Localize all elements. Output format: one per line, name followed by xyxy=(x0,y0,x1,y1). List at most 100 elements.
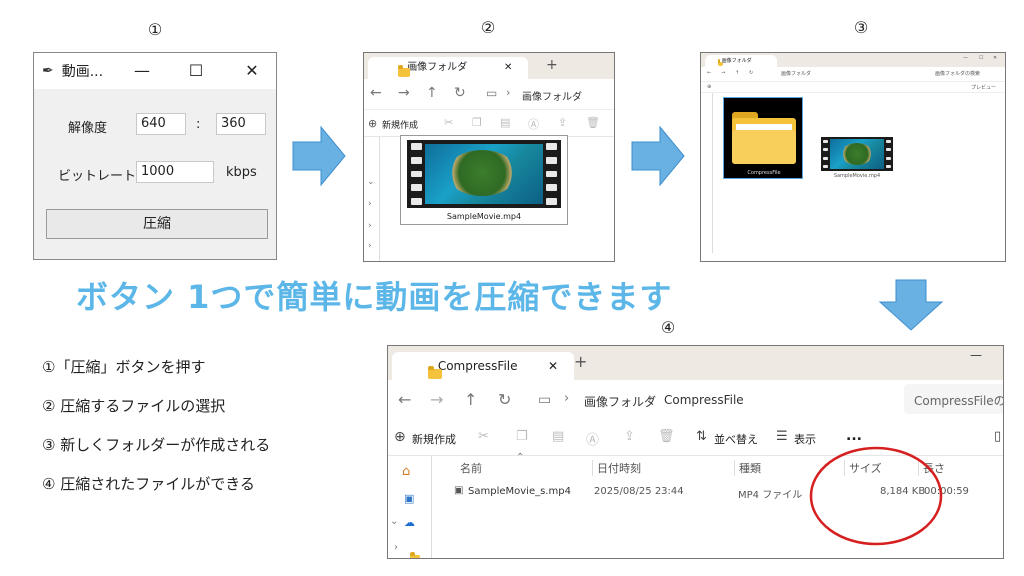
close-icon[interactable]: ✕ xyxy=(993,55,997,61)
minimize-button[interactable]: — xyxy=(970,348,982,362)
steps-list: ①「圧縮」ボタンを押す ② 圧縮するファイルの選択 ③ 新しくフォルダーが作成さ… xyxy=(42,356,270,512)
delete-icon[interactable]: 🗑 xyxy=(658,429,675,444)
tab-image-folder[interactable]: 画像フォルダ ✕ xyxy=(368,57,528,79)
copy-icon[interactable]: ❐ xyxy=(472,116,482,129)
paste-icon[interactable]: ▤ xyxy=(552,429,564,444)
delete-icon[interactable]: 🗑 xyxy=(586,116,600,129)
tab-title: 画像フォルダ xyxy=(407,62,468,73)
sort-icon: ⇅ xyxy=(696,429,707,444)
forward-arrow-icon[interactable]: → xyxy=(398,85,410,101)
rename-icon[interactable]: Ⓐ xyxy=(528,116,539,132)
column-header-type[interactable]: 種類 xyxy=(734,460,761,476)
breadcrumb[interactable]: 画像フォルダ xyxy=(781,70,811,77)
maximize-icon[interactable]: ☐ xyxy=(979,55,983,61)
down-arrow xyxy=(878,279,944,331)
bitrate-input[interactable]: 1000 xyxy=(136,161,214,183)
paste-icon[interactable]: ▤ xyxy=(500,116,510,129)
nav-pane: ⌄ › › › xyxy=(364,137,380,261)
gallery-icon[interactable]: ▣ xyxy=(404,492,414,505)
monitor-icon: ▭ xyxy=(486,86,498,100)
view-list-icon: ☰ xyxy=(776,429,788,444)
tab-close-icon[interactable]: ✕ xyxy=(548,352,558,380)
up-arrow-icon[interactable]: ↑ xyxy=(735,70,739,76)
height-input[interactable]: 360 xyxy=(216,113,266,135)
sort-button[interactable]: 並べ替え xyxy=(714,431,758,447)
plus-circle-icon: ⊕ xyxy=(368,117,378,130)
chevron-right-icon[interactable]: › xyxy=(368,199,372,209)
maximize-button[interactable]: ☐ xyxy=(186,61,206,81)
breadcrumb-current[interactable]: CompressFile xyxy=(664,393,744,407)
back-arrow-icon[interactable]: ← xyxy=(707,70,711,76)
column-header-date[interactable]: 日付時刻 xyxy=(592,460,641,476)
forward-arrow-icon[interactable]: → xyxy=(430,390,443,409)
search-input[interactable]: CompressFileの検索 xyxy=(904,384,1003,414)
refresh-icon[interactable]: ↻ xyxy=(749,70,753,76)
resolution-label: 解像度 xyxy=(68,121,108,136)
large-folder-icon xyxy=(732,112,796,164)
app-title: 動画... xyxy=(61,64,104,80)
tab-bar: 画像フォルダ ✕ + xyxy=(364,53,614,79)
new-button[interactable]: 新規作成 xyxy=(412,431,456,447)
chevron-right-icon: › xyxy=(564,391,570,406)
forward-arrow-icon[interactable]: → xyxy=(721,70,725,76)
up-arrow-icon[interactable]: ↑ xyxy=(464,390,477,409)
nav-pane xyxy=(701,93,713,253)
cut-icon[interactable]: ✂ xyxy=(444,116,453,129)
plus-circle-icon[interactable]: ⊕ xyxy=(707,84,711,90)
width-input[interactable]: 640 xyxy=(136,113,186,135)
explorer-window-step3: 画像フォルダ — ☐ ✕ ← → ↑ ↻ 画像フォルダ 画像フォルダの検索 ⊕ … xyxy=(700,52,1006,262)
row-file-name: SampleMovie_s.mp4 xyxy=(468,486,571,497)
chevron-right-icon: › xyxy=(648,391,654,406)
new-button[interactable]: 新規作成 xyxy=(382,118,418,131)
compress-button[interactable]: 圧縮 xyxy=(46,209,268,239)
new-tab-icon[interactable]: + xyxy=(574,352,587,371)
preview-button[interactable]: プレビュー xyxy=(971,84,996,91)
column-header-name[interactable]: 名前 xyxy=(460,460,482,476)
minimize-button[interactable]: — xyxy=(132,61,152,81)
video-thumbnail xyxy=(407,140,561,208)
back-arrow-icon[interactable]: ← xyxy=(398,390,411,409)
file-item-samplemovie[interactable]: SampleMovie.mp4 xyxy=(400,135,568,225)
details-pane-icon[interactable]: ▯ xyxy=(994,429,1001,444)
up-arrow-icon[interactable]: ↑ xyxy=(426,85,438,101)
folder-item-compressfile[interactable]: CompressFile xyxy=(723,97,803,179)
rename-icon[interactable]: Ⓐ xyxy=(586,429,599,448)
row-date: 2025/08/25 23:44 xyxy=(594,486,684,497)
cut-icon[interactable]: ✂ xyxy=(478,429,489,444)
refresh-icon[interactable]: ↻ xyxy=(454,85,466,101)
minimize-icon[interactable]: — xyxy=(963,55,968,61)
breadcrumb-parent[interactable]: 画像フォルダ xyxy=(584,393,656,410)
file-name: SampleMovie.mp4 xyxy=(446,212,522,221)
chevron-right-icon[interactable]: › xyxy=(368,221,372,231)
tab-compressfile[interactable]: CompressFile ✕ xyxy=(392,352,574,380)
chevron-down-icon[interactable]: ⌄ xyxy=(367,177,375,187)
explorer-window-step2: 画像フォルダ ✕ + ← → ↑ ↻ ▭ › 画像フォルダ ⊕ 新規作成 ✂ ❐… xyxy=(363,52,615,262)
folder-icon xyxy=(410,552,420,558)
new-tab-icon[interactable]: + xyxy=(546,57,558,73)
search-input[interactable]: 画像フォルダの検索 xyxy=(935,70,980,77)
step-item-3: ③ 新しくフォルダーが作成される xyxy=(42,436,271,454)
copy-icon[interactable]: ❐ xyxy=(516,429,528,444)
tab-close-icon[interactable]: ✕ xyxy=(504,57,512,79)
chevron-right-icon[interactable]: › xyxy=(394,542,398,553)
step-item-1: ①「圧縮」ボタンを押す xyxy=(42,358,206,376)
video-file-icon: ▣ xyxy=(454,485,464,496)
cloud-icon[interactable]: ☁ xyxy=(404,516,415,529)
home-icon[interactable]: ⌂ xyxy=(402,464,410,479)
sort-chevron-up-icon: ⌃ xyxy=(516,452,525,463)
step-number-3: ③ xyxy=(853,18,869,37)
share-icon[interactable]: ⇪ xyxy=(624,429,635,444)
feather-icon: ✒ xyxy=(42,63,54,79)
breadcrumb[interactable]: 画像フォルダ xyxy=(522,88,582,103)
chevron-down-icon[interactable]: ⌄ xyxy=(390,516,398,527)
right-arrow-1 xyxy=(292,125,346,187)
back-arrow-icon[interactable]: ← xyxy=(370,85,382,101)
tab-image-folder[interactable]: 画像フォルダ xyxy=(705,55,777,67)
step-number-1: ① xyxy=(147,20,163,39)
chevron-right-icon[interactable]: › xyxy=(368,241,372,251)
refresh-icon[interactable]: ↻ xyxy=(498,390,511,409)
file-item-samplemovie[interactable]: SampleMovie.mp4 xyxy=(817,133,897,181)
share-icon[interactable]: ⇪ xyxy=(558,116,567,129)
plus-circle-icon: ⊕ xyxy=(394,429,406,445)
close-button[interactable]: ✕ xyxy=(242,61,262,81)
